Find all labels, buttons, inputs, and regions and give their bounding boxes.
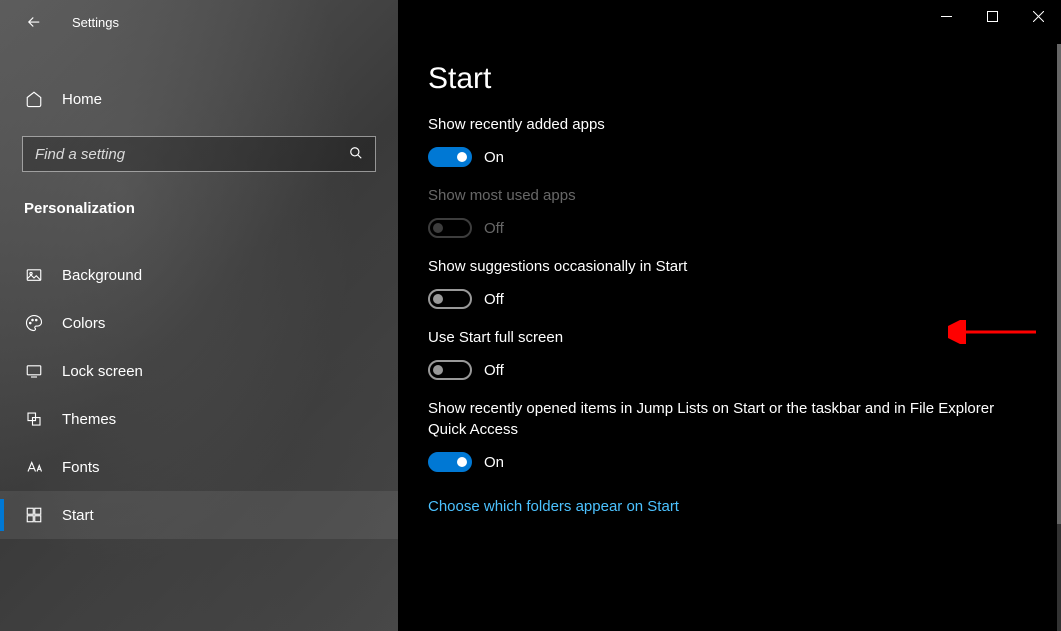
toggle-state: Off <box>484 291 504 308</box>
home-nav[interactable]: Home <box>0 76 398 122</box>
close-button[interactable] <box>1015 0 1061 32</box>
setting-most-used: Show most used apps Off <box>428 185 1018 238</box>
setting-label: Show recently opened items in Jump Lists… <box>428 398 1018 440</box>
toggle-knob <box>457 152 467 162</box>
fonts-icon <box>24 458 44 476</box>
sidebar-item-label: Themes <box>62 411 116 428</box>
toggle-knob <box>457 457 467 467</box>
sidebar: Settings Home Personalization Background <box>0 0 398 631</box>
sidebar-item-colors[interactable]: Colors <box>0 299 398 347</box>
toggle-state: Off <box>484 362 504 379</box>
folders-link[interactable]: Choose which folders appear on Start <box>428 498 679 515</box>
sidebar-item-themes[interactable]: Themes <box>0 395 398 443</box>
home-icon <box>24 90 44 108</box>
sidebar-item-label: Colors <box>62 315 105 332</box>
home-label: Home <box>62 91 102 108</box>
sidebar-item-start[interactable]: Start <box>0 491 398 539</box>
toggle-knob <box>433 365 443 375</box>
sidebar-item-fonts[interactable]: Fonts <box>0 443 398 491</box>
sidebar-item-label: Start <box>62 507 94 524</box>
toggle-knob <box>433 223 443 233</box>
setting-label: Show recently added apps <box>428 114 1018 135</box>
toggle-most-used <box>428 218 472 238</box>
setting-suggestions: Show suggestions occasionally in Start O… <box>428 256 1018 309</box>
minimize-button[interactable] <box>923 0 969 32</box>
palette-icon <box>24 314 44 332</box>
sidebar-item-background[interactable]: Background <box>0 251 398 299</box>
themes-icon <box>24 410 44 428</box>
search-icon <box>349 146 363 163</box>
scrollbar-thumb[interactable] <box>1057 44 1061 524</box>
sidebar-item-label: Background <box>62 267 142 284</box>
setting-label: Show most used apps <box>428 185 1018 206</box>
link-row: Choose which folders appear on Start <box>428 498 1061 516</box>
toggle-state: On <box>484 149 504 166</box>
category-title: Personalization <box>0 172 398 235</box>
sidebar-item-lock-screen[interactable]: Lock screen <box>0 347 398 395</box>
search-input[interactable] <box>35 146 349 163</box>
setting-jump-lists: Show recently opened items in Jump Lists… <box>428 398 1018 472</box>
back-icon <box>25 13 43 31</box>
app-title: Settings <box>72 15 119 30</box>
toggle-recently-added[interactable] <box>428 147 472 167</box>
image-icon <box>24 266 44 284</box>
titlebar <box>923 0 1061 32</box>
lock-screen-icon <box>24 362 44 380</box>
start-icon <box>24 506 44 524</box>
maximize-button[interactable] <box>969 0 1015 32</box>
page-title: Start <box>428 62 1061 96</box>
minimize-icon <box>941 11 952 22</box>
toggle-jump-lists[interactable] <box>428 452 472 472</box>
nav-list: Background Colors Lock screen Themes <box>0 251 398 539</box>
close-icon <box>1033 11 1044 22</box>
sidebar-item-label: Lock screen <box>62 363 143 380</box>
sidebar-item-label: Fonts <box>62 459 100 476</box>
setting-recently-added: Show recently added apps On <box>428 114 1018 167</box>
toggle-full-screen[interactable] <box>428 360 472 380</box>
back-button[interactable] <box>14 2 54 42</box>
setting-full-screen: Use Start full screen Off <box>428 327 1018 380</box>
setting-label: Show suggestions occasionally in Start <box>428 256 1018 277</box>
toggle-suggestions[interactable] <box>428 289 472 309</box>
toggle-knob <box>433 294 443 304</box>
header-bar: Settings <box>0 0 398 44</box>
setting-label: Use Start full screen <box>428 327 1018 348</box>
search-box[interactable] <box>22 136 376 172</box>
toggle-state: On <box>484 454 504 471</box>
maximize-icon <box>987 11 998 22</box>
main-content: Start Show recently added apps On Show m… <box>398 0 1061 631</box>
toggle-state: Off <box>484 220 504 237</box>
